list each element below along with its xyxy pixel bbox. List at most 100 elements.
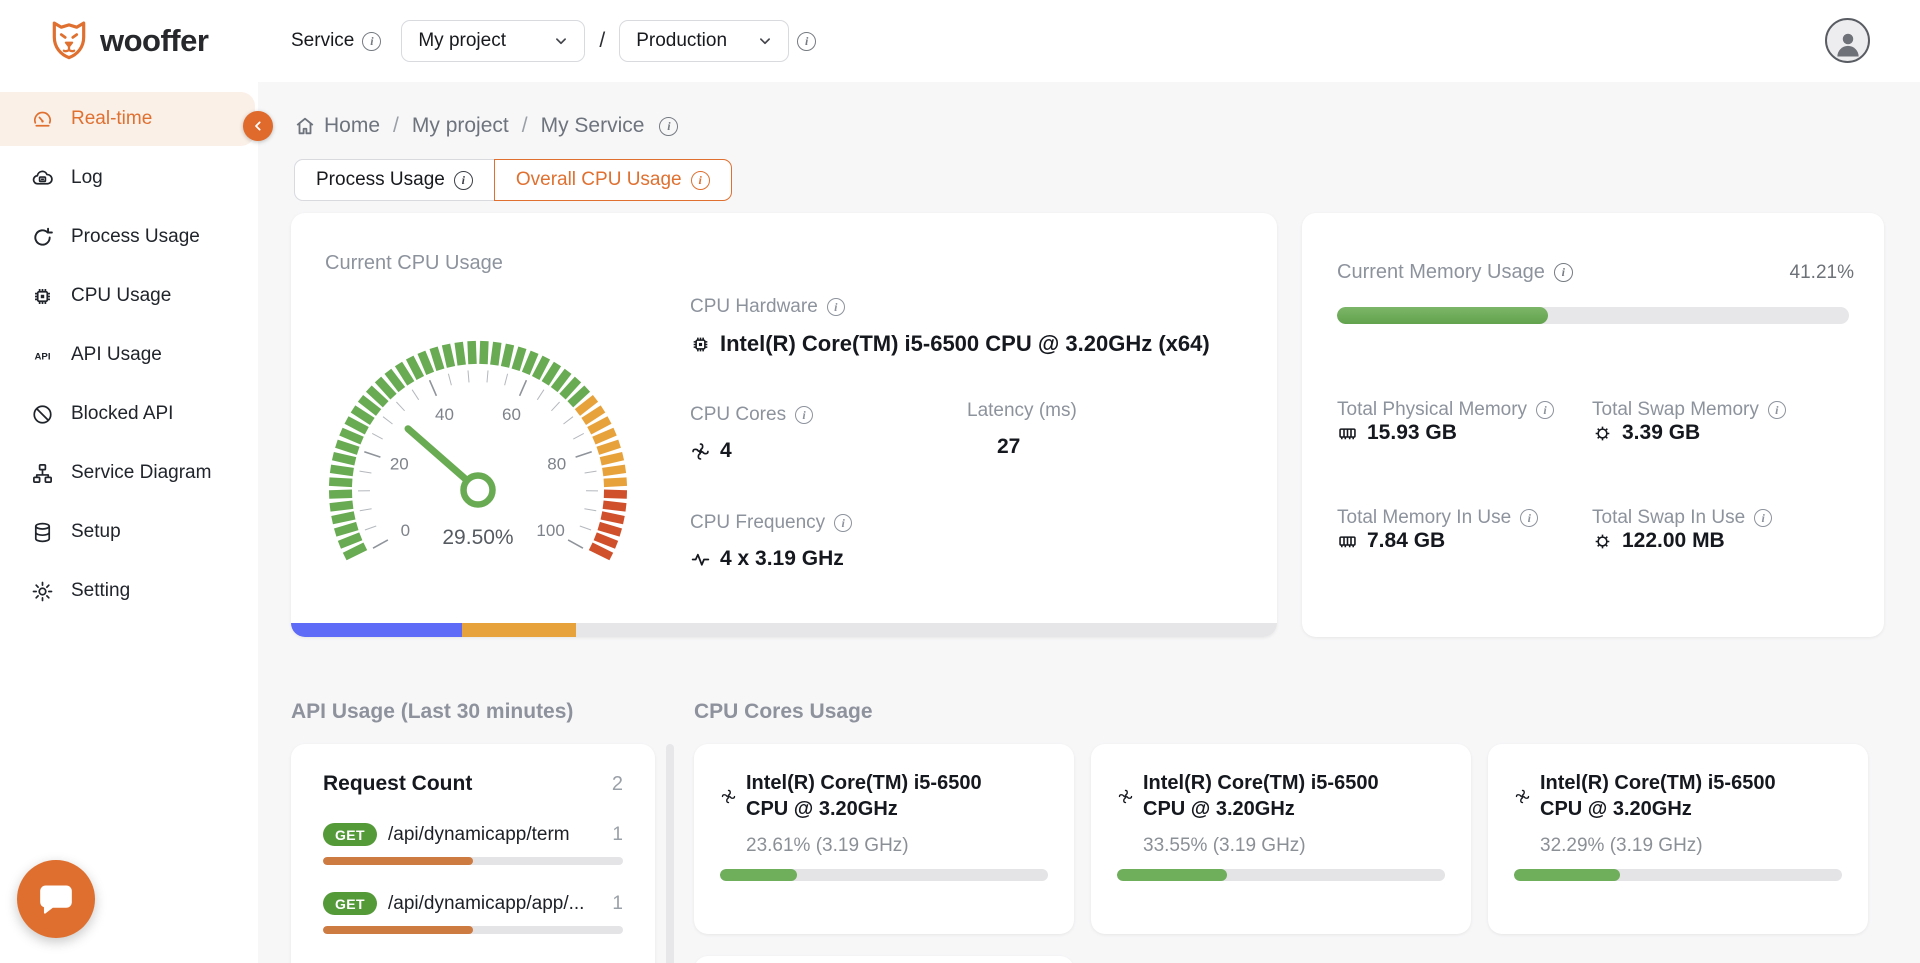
- cpu-card-title: Current CPU Usage: [325, 252, 503, 275]
- home-icon: [294, 115, 316, 137]
- cpu-core-card-3: Intel(R) Core(TM) i5-6500 CPU @ 3.20GHz3…: [1488, 744, 1868, 934]
- breadcrumb-home-label: Home: [324, 114, 380, 138]
- main-content: Home / My project / My Service Process U…: [258, 82, 1920, 963]
- info-icon[interactable]: [1536, 401, 1554, 419]
- sidebar-item-setting[interactable]: Setting: [0, 564, 255, 618]
- breadcrumb: Home / My project / My Service: [294, 108, 678, 144]
- info-icon[interactable]: [1554, 263, 1573, 282]
- info-icon[interactable]: [1520, 509, 1538, 527]
- blocked-icon: [31, 403, 54, 426]
- fan-icon: [720, 788, 737, 805]
- sidebar-item-label: Log: [71, 167, 103, 189]
- fan-icon: [1514, 788, 1531, 805]
- chip-icon: [690, 334, 711, 355]
- service-label: Service: [291, 30, 354, 52]
- service-info-icon[interactable]: [362, 32, 381, 51]
- selector-separator: /: [599, 29, 605, 53]
- sidebar-item-service-diagram[interactable]: Service Diagram: [0, 446, 255, 500]
- sidebar-item-process-usage[interactable]: Process Usage: [0, 210, 255, 264]
- project-select[interactable]: My project: [401, 20, 585, 62]
- info-icon[interactable]: [827, 298, 845, 316]
- tab-process-usage[interactable]: Process Usage: [294, 159, 495, 201]
- breadcrumb-home[interactable]: Home: [294, 114, 380, 138]
- wooffer-logo-icon: [46, 18, 92, 64]
- cloud-icon: [31, 167, 54, 190]
- core-usage: 23.61% (3.19 GHz): [746, 835, 1048, 857]
- sidebar-item-label: Setting: [71, 580, 130, 602]
- fan-icon: [1117, 788, 1134, 805]
- chat-button[interactable]: [17, 860, 95, 938]
- sidebar-item-label: Real-time: [71, 108, 152, 130]
- request-row: GET/api/dynamicapp/term1: [323, 823, 623, 865]
- sidebar-item-log[interactable]: Log: [0, 151, 255, 205]
- core-usage: 32.29% (3.19 GHz): [1540, 835, 1842, 857]
- sidebar-collapse-button[interactable]: [243, 111, 273, 141]
- person-icon: [1833, 29, 1863, 59]
- core-usage: 33.55% (3.19 GHz): [1143, 835, 1445, 857]
- horizontal-scrollbar[interactable]: [291, 623, 1277, 637]
- cpu-usage-card: Current CPU Usage 02040608010029.50% CPU…: [291, 213, 1277, 637]
- request-row: GET/api/dynamicapp/app/...1: [323, 892, 623, 934]
- request-count-total: 2: [612, 773, 623, 796]
- memory-stat-total-swap-memory: Total Swap Memory3.39 GB: [1592, 399, 1786, 445]
- info-icon[interactable]: [1768, 401, 1786, 419]
- chip-icon: [31, 285, 54, 308]
- cpu-gauge: 02040608010029.50%: [308, 330, 648, 630]
- breadcrumb-info-icon[interactable]: [659, 117, 678, 136]
- chevron-left-icon: [250, 118, 266, 134]
- request-rows: GET/api/dynamicapp/term1GET/api/dynamica…: [323, 823, 623, 934]
- tab-group: Process Usage Overall CPU Usage: [294, 159, 732, 201]
- vertical-scrollbar[interactable]: [666, 744, 674, 963]
- environment-info-icon[interactable]: [797, 32, 816, 51]
- breadcrumb-service[interactable]: My Service: [541, 114, 645, 138]
- info-icon[interactable]: [834, 514, 852, 532]
- request-path: /api/dynamicapp/app/...: [388, 893, 584, 915]
- svg-text:40: 40: [435, 405, 454, 424]
- pulse-icon: [690, 549, 711, 570]
- memory-usage-card: Current Memory Usage 41.21% Total Physic…: [1302, 213, 1884, 637]
- sidebar-item-api-usage[interactable]: APIAPI Usage: [0, 328, 255, 382]
- sidebar-item-label: Blocked API: [71, 403, 173, 425]
- app-root: wooffer Service My project / Production …: [0, 0, 1920, 963]
- tab-info-icon[interactable]: [454, 171, 473, 190]
- clock-icon: [967, 437, 988, 458]
- api-icon: API: [31, 344, 54, 367]
- svg-text:0: 0: [401, 521, 410, 540]
- gauge-icon: [31, 108, 54, 131]
- svg-text:80: 80: [547, 455, 566, 474]
- refresh-icon: [31, 226, 54, 249]
- breadcrumb-separator: /: [522, 114, 528, 138]
- core-name: Intel(R) Core(TM) i5-6500 CPU @ 3.20GHz: [1143, 770, 1415, 822]
- core-usage-bar: [1117, 869, 1445, 881]
- info-icon[interactable]: [1754, 509, 1772, 527]
- sidebar-item-real-time[interactable]: Real-time: [0, 92, 255, 146]
- tab-info-icon[interactable]: [691, 171, 710, 190]
- api-usage-card: Request Count 2 GET/api/dynamicapp/term1…: [291, 744, 655, 963]
- request-path: /api/dynamicapp/term: [388, 824, 570, 846]
- avatar[interactable]: [1825, 18, 1870, 63]
- breadcrumb-project[interactable]: My project: [412, 114, 509, 138]
- core-usage-bar: [1514, 869, 1842, 881]
- sidebar-item-blocked-api[interactable]: Blocked API: [0, 387, 255, 441]
- memory-usage-percent: 41.21%: [1790, 262, 1854, 284]
- sidebar-item-setup[interactable]: Setup: [0, 505, 255, 559]
- swap-icon: [1592, 423, 1613, 444]
- sidebar-item-label: Process Usage: [71, 226, 200, 248]
- environment-select[interactable]: Production: [619, 20, 789, 62]
- partial-card: [694, 956, 1074, 963]
- cpu-frequency-stat: CPU Frequency 4 x 3.19 GHz: [690, 512, 852, 571]
- scrollbar-segment-blue: [291, 623, 462, 637]
- api-usage-heading: API Usage (Last 30 minutes): [291, 700, 573, 724]
- brand[interactable]: wooffer: [46, 0, 208, 82]
- memory-card-title: Current Memory Usage: [1337, 261, 1573, 284]
- cpu-core-card-2: Intel(R) Core(TM) i5-6500 CPU @ 3.20GHz 3…: [1091, 744, 1471, 934]
- request-bar: [323, 857, 623, 865]
- request-count: 1: [612, 824, 623, 846]
- sidebar-item-cpu-usage[interactable]: CPU Usage: [0, 269, 255, 323]
- tab-overall-cpu-usage[interactable]: Overall CPU Usage: [494, 159, 732, 201]
- svg-text:100: 100: [536, 521, 564, 540]
- latency-stat: Latency (ms) 27: [967, 400, 1077, 459]
- info-icon[interactable]: [795, 406, 813, 424]
- request-count: 1: [612, 893, 623, 915]
- svg-text:API: API: [35, 351, 51, 362]
